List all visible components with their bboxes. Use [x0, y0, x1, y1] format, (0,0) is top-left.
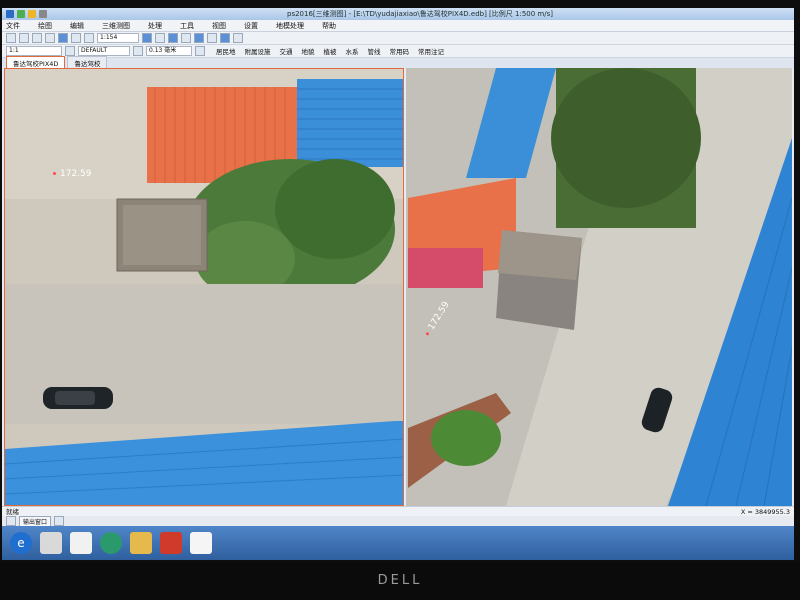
search-icon[interactable] — [100, 532, 122, 554]
pan-icon[interactable] — [58, 33, 68, 43]
dell-logo: DELL — [0, 562, 800, 600]
feature-traffic[interactable]: 交通 — [280, 46, 293, 56]
undo-icon[interactable] — [71, 33, 81, 43]
save-icon[interactable] — [17, 10, 25, 18]
monitor-bezel: ps2016[三维测图] - [E:\TD\yudajiaxiao\鲁达驾校PI… — [0, 0, 800, 562]
ortho-image — [5, 69, 403, 505]
measure-icon[interactable] — [181, 33, 191, 43]
delete-icon[interactable] — [233, 33, 243, 43]
color-icon[interactable] — [133, 46, 143, 56]
menu-draw[interactable]: 绘图 — [38, 21, 52, 31]
menu-settings[interactable]: 设置 — [244, 21, 258, 31]
folder-icon[interactable] — [28, 10, 36, 18]
ortho-view[interactable]: 172.59 — [4, 68, 404, 506]
snap-icon[interactable] — [168, 33, 178, 43]
grid-icon[interactable] — [142, 33, 152, 43]
feature-terrain[interactable]: 地貌 — [302, 46, 315, 56]
title-bar: ps2016[三维测图] - [E:\TD\yudajiaxiao\鲁达驾校PI… — [2, 8, 794, 20]
feature-pipeline[interactable]: 管线 — [368, 46, 381, 56]
toolbar-secondary: 1:1 DEFAULT 0.13 毫米 居民地 附属设施 交通 地貌 植被 水系… — [2, 45, 794, 58]
blue-roof-top — [297, 79, 403, 167]
view3d-icon[interactable] — [194, 33, 204, 43]
oblique-image — [406, 68, 792, 506]
menu-file[interactable]: 文件 — [6, 21, 20, 31]
menu-terrain[interactable]: 地模处理 — [276, 21, 304, 31]
feature-residential[interactable]: 居民地 — [216, 46, 236, 56]
elevation-label-left: 172.59 — [53, 169, 92, 179]
menu-process[interactable]: 处理 — [148, 21, 162, 31]
menu-bar: 文件 绘图 编辑 三维测图 处理 工具 视图 设置 地模处理 帮助 — [2, 20, 794, 32]
file-icon[interactable] — [70, 532, 92, 554]
menu-view[interactable]: 视图 — [212, 21, 226, 31]
mail-icon[interactable] — [190, 532, 212, 554]
feature-common-code[interactable]: 常用码 — [390, 46, 410, 56]
menu-3d[interactable]: 三维测图 — [102, 21, 130, 31]
app-icon[interactable] — [6, 10, 14, 18]
edit-icon[interactable] — [220, 33, 230, 43]
zoom-in-icon[interactable] — [32, 33, 42, 43]
menu-edit[interactable]: 编辑 — [70, 21, 84, 31]
open-icon[interactable] — [19, 33, 29, 43]
status-ready: 就绪 — [6, 508, 19, 516]
line-width-select[interactable]: 0.13 毫米 — [146, 46, 192, 56]
output-bar: 输出窗口 — [2, 515, 794, 527]
layer-select[interactable]: DEFAULT — [78, 46, 130, 56]
feature-common-note[interactable]: 常用注记 — [418, 46, 444, 56]
zoom-out-icon[interactable] — [45, 33, 55, 43]
pin-icon[interactable] — [54, 516, 65, 526]
layer-icon-2[interactable] — [65, 46, 75, 56]
screen: ps2016[三维测图] - [E:\TD\yudajiaxiao\鲁达驾校PI… — [2, 8, 794, 560]
output-window-tab[interactable]: 输出窗口 — [19, 515, 52, 527]
feature-water[interactable]: 水系 — [346, 46, 359, 56]
feature-facility[interactable]: 附属设施 — [245, 46, 271, 56]
menu-help[interactable]: 帮助 — [322, 21, 336, 31]
window-title: ps2016[三维测图] - [E:\TD\yudajiaxiao\鲁达驾校PI… — [287, 10, 553, 18]
scale-field[interactable]: 1:154 — [97, 33, 139, 43]
redo-icon[interactable] — [84, 33, 94, 43]
layer-scale-select[interactable]: 1:1 — [6, 46, 62, 56]
select-icon[interactable] — [207, 33, 217, 43]
status-bar: 就绪 X = 3849955.3 — [2, 506, 794, 516]
ie-icon[interactable]: e — [10, 532, 32, 554]
layer-icon[interactable] — [155, 33, 165, 43]
close-icon[interactable] — [6, 516, 16, 526]
taskbar: e — [2, 526, 794, 560]
app-icon-taskbar[interactable] — [160, 532, 182, 554]
properties-icon[interactable] — [195, 46, 205, 56]
gear-icon[interactable] — [39, 10, 47, 18]
feature-vegetation[interactable]: 植被 — [324, 46, 337, 56]
folder-icon-taskbar[interactable] — [130, 532, 152, 554]
menu-tools[interactable]: 工具 — [180, 21, 194, 31]
oblique-view[interactable]: 172.59 — [406, 68, 792, 506]
new-icon[interactable] — [6, 33, 16, 43]
media-icon[interactable] — [40, 532, 62, 554]
toolbar-main: 1:154 — [2, 32, 794, 45]
